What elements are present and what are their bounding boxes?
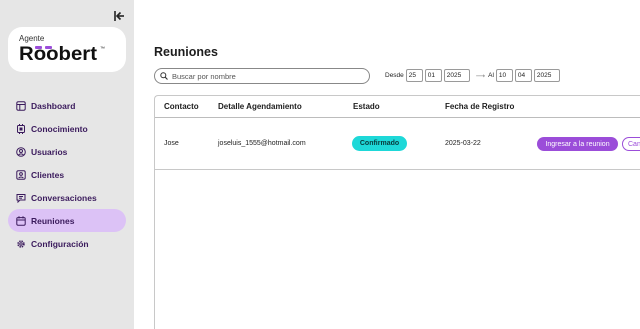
sidebar-item-usuarios[interactable]: Usuarios [8, 140, 126, 163]
date-from-day[interactable]: 25 [405, 69, 423, 82]
date-from-year[interactable]: 2025 [443, 69, 470, 82]
logo-tm: ™ [100, 46, 105, 52]
sidebar-item-label: Clientes [31, 169, 65, 180]
svg-text:Roobert: Roobert [19, 44, 98, 63]
cell-detalle: joseluis_1555@hotmail.com [218, 140, 306, 147]
date-to-day[interactable]: 10 [495, 69, 513, 82]
calendar-icon [16, 215, 26, 226]
arrow-right-icon: ⟶ [475, 72, 486, 80]
sidebar-item-clientes[interactable]: Clientes [8, 163, 126, 186]
knowledge-icon [16, 123, 26, 134]
collapse-sidebar-icon[interactable] [112, 9, 126, 23]
logo-top-text: Agente [19, 34, 45, 43]
column-header-contacto: Contacto [164, 102, 199, 111]
date-from-month[interactable]: 01 [424, 69, 442, 82]
sidebar-item-label: Dashboard [31, 100, 76, 111]
date-to-month[interactable]: 04 [514, 69, 532, 82]
page-title: Reuniones [154, 45, 218, 59]
sidebar-item-configuracion[interactable]: Configuración [8, 232, 126, 255]
search-input[interactable] [172, 71, 362, 81]
date-to-year[interactable]: 2025 [533, 69, 560, 82]
column-header-detalle: Detalle Agendamiento [218, 102, 302, 111]
sidebar-item-label: Conocimiento [31, 123, 88, 134]
sidebar-item-conversaciones[interactable]: Conversaciones [8, 186, 126, 209]
user-icon [16, 146, 26, 157]
date-from-label: Desde [385, 72, 404, 79]
sidebar: Agente Roobert ™ Dashboard Conocimiento … [0, 0, 134, 329]
sidebar-item-label: Reuniones [31, 215, 75, 226]
dashboard-icon [16, 100, 26, 111]
cancel-meeting-button[interactable]: Cancelar [622, 137, 640, 151]
sidebar-item-reuniones[interactable]: Reuniones [8, 209, 126, 232]
chat-icon [16, 193, 26, 203]
search-icon [160, 67, 168, 85]
gear-icon [16, 239, 26, 249]
meetings-table: Contacto Detalle Agendamiento Estado Fec… [154, 95, 640, 329]
cell-contacto: Jose [164, 140, 179, 147]
join-meeting-button[interactable]: Ingresar a la reunion [537, 137, 618, 151]
sidebar-item-conocimiento[interactable]: Conocimiento [8, 117, 126, 140]
search-box [154, 68, 370, 84]
logo: Agente Roobert ™ [8, 27, 126, 72]
column-header-estado: Estado [353, 102, 380, 111]
column-header-fecha: Fecha de Registro [445, 102, 515, 111]
sidebar-item-label: Conversaciones [31, 192, 97, 203]
roobert-wordmark-icon: Roobert [19, 44, 98, 63]
table-row: Jose joseluis_1555@hotmail.com Confirmad… [155, 118, 640, 170]
status-badge: Confirmado [352, 136, 407, 151]
sidebar-item-label: Usuarios [31, 146, 68, 157]
logo-brand: Roobert ™ [19, 43, 105, 63]
clients-icon [16, 169, 26, 180]
sidebar-item-dashboard[interactable]: Dashboard [8, 94, 126, 117]
cell-fecha: 2025-03-22 [445, 140, 481, 147]
sidebar-item-label: Configuración [31, 238, 89, 249]
table-header: Contacto Detalle Agendamiento Estado Fec… [155, 96, 640, 118]
sidebar-nav: Dashboard Conocimiento Usuarios Clientes… [8, 94, 126, 255]
date-filter: Desde 25 01 2025 ⟶ Al 10 04 2025 [385, 69, 560, 82]
date-to-label: Al [488, 72, 494, 79]
